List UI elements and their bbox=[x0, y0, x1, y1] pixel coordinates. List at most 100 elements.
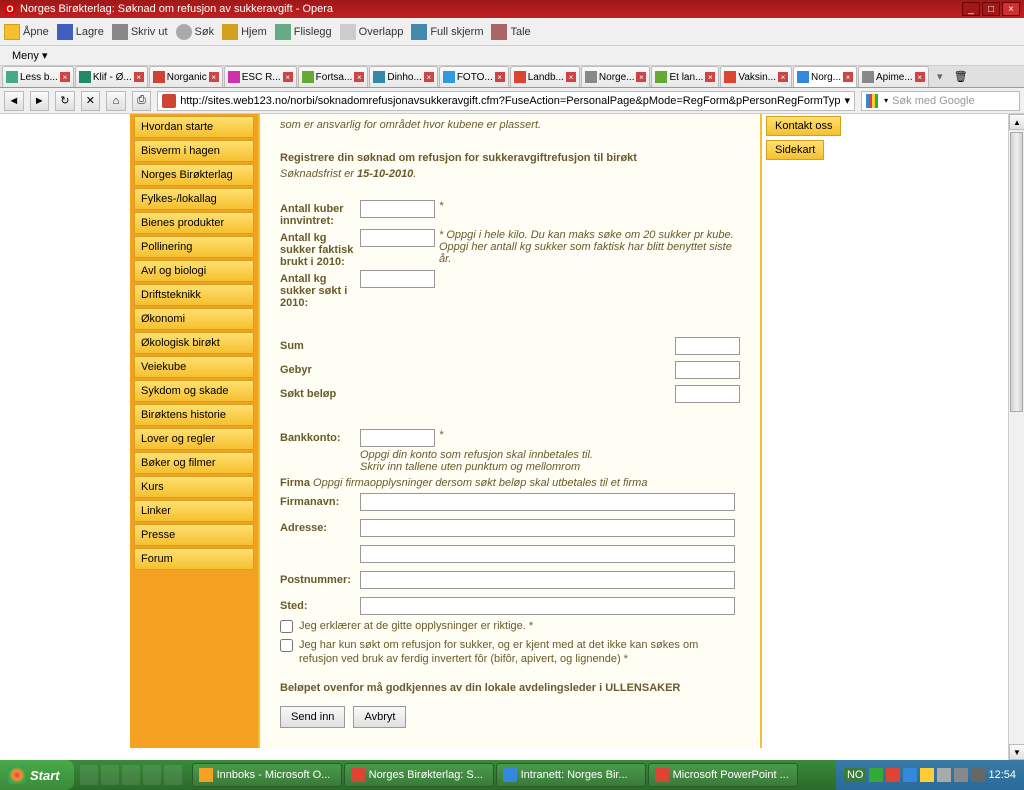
scroll-up-button[interactable]: ▲ bbox=[1009, 114, 1024, 130]
sidebar-item[interactable]: Hvordan starte bbox=[134, 116, 254, 138]
sidebar-item[interactable]: Linker bbox=[134, 500, 254, 522]
sidebar-item[interactable]: Bienes produkter bbox=[134, 212, 254, 234]
kontakt-button[interactable]: Kontakt oss bbox=[766, 116, 841, 136]
scroll-thumb[interactable] bbox=[1010, 132, 1023, 412]
dropdown-icon[interactable]: ▾ bbox=[884, 96, 888, 105]
ql-item[interactable] bbox=[143, 765, 161, 785]
tray-icon[interactable] bbox=[869, 768, 883, 782]
talk-button[interactable]: Tale bbox=[491, 24, 530, 40]
tray-icon[interactable] bbox=[971, 768, 985, 782]
lang-indicator[interactable]: NO bbox=[844, 768, 867, 782]
browser-tab[interactable]: Norge...× bbox=[581, 66, 651, 87]
back-button[interactable]: ◄ bbox=[4, 91, 24, 111]
postnummer-input[interactable] bbox=[360, 571, 735, 589]
ql-item[interactable] bbox=[80, 765, 98, 785]
tab-close-icon[interactable]: × bbox=[843, 72, 853, 82]
cancel-button[interactable]: Avbryt bbox=[353, 706, 406, 728]
sidebar-item[interactable]: Bøker og filmer bbox=[134, 452, 254, 474]
sidebar-item[interactable]: Økologisk birøkt bbox=[134, 332, 254, 354]
home-button[interactable]: Hjem bbox=[222, 24, 267, 40]
browser-tab[interactable]: Landb...× bbox=[510, 66, 580, 87]
tab-close-icon[interactable]: × bbox=[424, 72, 434, 82]
sidebar-item[interactable]: Sykdom og skade bbox=[134, 380, 254, 402]
trash-button[interactable]: 🗑 bbox=[951, 66, 971, 87]
kg-input[interactable] bbox=[360, 229, 435, 247]
sidebar-item[interactable]: Veiekube bbox=[134, 356, 254, 378]
tab-close-icon[interactable]: × bbox=[60, 72, 70, 82]
sidekart-button[interactable]: Sidekart bbox=[766, 140, 824, 160]
search-input[interactable]: ▾ Søk med Google bbox=[861, 91, 1020, 111]
tile-button[interactable]: Flislegg bbox=[275, 24, 332, 40]
sted-input[interactable] bbox=[360, 597, 735, 615]
sidebar-item[interactable]: Birøktens historie bbox=[134, 404, 254, 426]
browser-tab[interactable]: Norg...× bbox=[793, 66, 857, 87]
task-button[interactable]: Microsoft PowerPoint ... bbox=[648, 763, 798, 787]
open-button[interactable]: Åpne bbox=[4, 24, 49, 40]
browser-tab[interactable]: Klif - Ø...× bbox=[75, 66, 148, 87]
firmanavn-input[interactable] bbox=[360, 493, 735, 511]
meny-button[interactable]: Meny ▾ bbox=[4, 47, 55, 64]
browser-tab[interactable]: Apime...× bbox=[858, 66, 929, 87]
tab-close-icon[interactable]: × bbox=[283, 72, 293, 82]
tab-close-icon[interactable]: × bbox=[354, 72, 364, 82]
task-button[interactable]: Innboks - Microsoft O... bbox=[192, 763, 342, 787]
adresse2-input[interactable] bbox=[360, 545, 735, 563]
new-tab-button[interactable]: ▾ bbox=[930, 66, 950, 87]
close-button[interactable]: × bbox=[1002, 2, 1020, 16]
scroll-down-button[interactable]: ▼ bbox=[1009, 744, 1024, 760]
sum-input[interactable] bbox=[675, 337, 740, 355]
tab-close-icon[interactable]: × bbox=[566, 72, 576, 82]
browser-tab[interactable]: Less b...× bbox=[2, 66, 74, 87]
ql-item[interactable] bbox=[164, 765, 182, 785]
browser-tab[interactable]: Vaksin...× bbox=[720, 66, 792, 87]
save-button[interactable]: Lagre bbox=[57, 24, 104, 40]
sidebar-item[interactable]: Presse bbox=[134, 524, 254, 546]
browser-tab[interactable]: Fortsa...× bbox=[298, 66, 369, 87]
browser-tab[interactable]: Norganic× bbox=[149, 66, 223, 87]
tab-close-icon[interactable]: × bbox=[705, 72, 715, 82]
sugar-checkbox[interactable] bbox=[280, 639, 293, 652]
sokt-belop-input[interactable] bbox=[675, 385, 740, 403]
ql-item[interactable] bbox=[101, 765, 119, 785]
print-nav-button[interactable]: ⎙ bbox=[132, 91, 152, 111]
gebyr-input[interactable] bbox=[675, 361, 740, 379]
sidebar-item[interactable]: Avl og biologi bbox=[134, 260, 254, 282]
tray-icon[interactable] bbox=[937, 768, 951, 782]
declare-checkbox[interactable] bbox=[280, 620, 293, 633]
browser-tab[interactable]: FOTO...× bbox=[439, 66, 509, 87]
kuber-input[interactable] bbox=[360, 200, 435, 218]
sidebar-item[interactable]: Lover og regler bbox=[134, 428, 254, 450]
dropdown-icon[interactable]: ▾ bbox=[845, 94, 851, 107]
browser-tab[interactable]: ESC R...× bbox=[224, 66, 297, 87]
fullscreen-button[interactable]: Full skjerm bbox=[411, 24, 483, 40]
task-button[interactable]: Norges Birøkterlag: S... bbox=[344, 763, 494, 787]
tray-icon[interactable] bbox=[886, 768, 900, 782]
submit-button[interactable]: Send inn bbox=[280, 706, 345, 728]
tray-icon[interactable] bbox=[954, 768, 968, 782]
sidebar-item[interactable]: Fylkes-/lokallag bbox=[134, 188, 254, 210]
adresse-input[interactable] bbox=[360, 519, 735, 537]
stop-button[interactable]: ✕ bbox=[81, 91, 101, 111]
forward-button[interactable]: ► bbox=[30, 91, 50, 111]
sidebar-item[interactable]: Bisverm i hagen bbox=[134, 140, 254, 162]
tab-close-icon[interactable]: × bbox=[134, 72, 144, 82]
kg-sokt-input[interactable] bbox=[360, 270, 435, 288]
start-button[interactable]: Start bbox=[0, 760, 74, 790]
tray-icon[interactable] bbox=[920, 768, 934, 782]
sidebar-item[interactable]: Norges Birøkterlag bbox=[134, 164, 254, 186]
sidebar-item[interactable]: Pollinering bbox=[134, 236, 254, 258]
home-nav-button[interactable]: ⌂ bbox=[106, 91, 126, 111]
tab-close-icon[interactable]: × bbox=[636, 72, 646, 82]
tab-close-icon[interactable]: × bbox=[495, 72, 505, 82]
maximize-button[interactable]: □ bbox=[982, 2, 1000, 16]
browser-tab[interactable]: Et lan...× bbox=[651, 66, 719, 87]
bank-input[interactable] bbox=[360, 429, 435, 447]
clock[interactable]: 12:54 bbox=[988, 769, 1016, 781]
scrollbar[interactable]: ▲ ▼ bbox=[1008, 114, 1024, 760]
search-button[interactable]: Søk bbox=[176, 24, 215, 40]
tab-close-icon[interactable]: × bbox=[915, 72, 925, 82]
reload-button[interactable]: ↻ bbox=[55, 91, 75, 111]
address-input[interactable]: http://sites.web123.no/norbi/soknadomref… bbox=[157, 91, 855, 111]
sidebar-item[interactable]: Driftsteknikk bbox=[134, 284, 254, 306]
sidebar-item[interactable]: Økonomi bbox=[134, 308, 254, 330]
